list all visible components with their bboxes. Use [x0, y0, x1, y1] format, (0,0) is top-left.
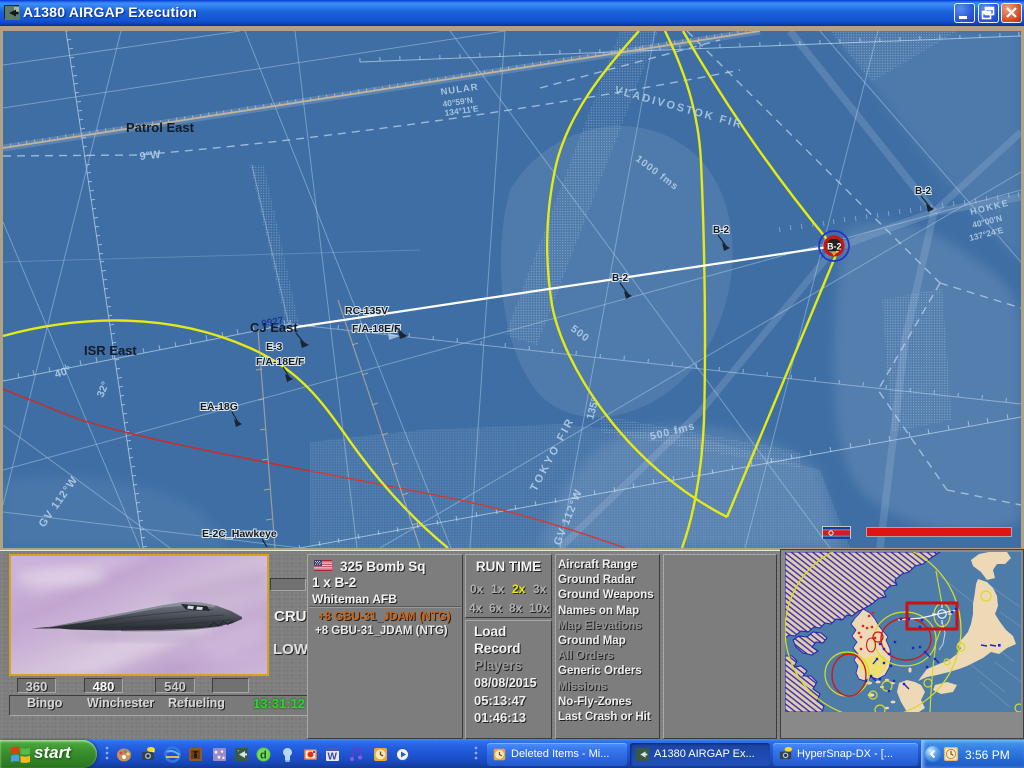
svg-text:F/A-18E/F: F/A-18E/F [256, 356, 305, 368]
svg-text:F/A-18E/F: F/A-18E/F [352, 323, 401, 335]
svg-text:W: W [328, 752, 338, 763]
svg-text:RC-135V: RC-135V [345, 305, 388, 317]
svg-text:B-2: B-2 [827, 242, 842, 252]
svg-text:B-2: B-2 [713, 225, 730, 236]
svg-text:d: d [260, 750, 267, 762]
svg-text:EA-18G: EA-18G [200, 401, 238, 413]
svg-text:ISR East: ISR East [84, 343, 137, 358]
svg-text:Patrol East: Patrol East [126, 120, 195, 135]
svg-text:E-2C_Hawkeye: E-2C_Hawkeye [202, 528, 277, 540]
svg-text:B-2: B-2 [915, 186, 932, 197]
svg-text:B-2: B-2 [612, 273, 629, 284]
svg-text:E-3: E-3 [266, 341, 283, 353]
svg-text:9°W: 9°W [139, 149, 162, 163]
